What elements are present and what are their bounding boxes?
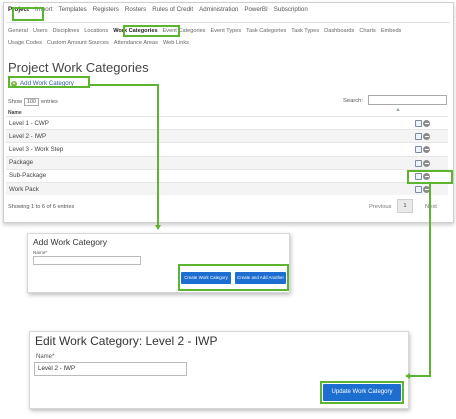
nav-powerbi[interactable]: PowerBI (244, 6, 267, 13)
search-label: Search: (343, 98, 363, 104)
table-row: Sub-Package (6, 168, 448, 182)
sort-icon[interactable]: ▲ (395, 107, 401, 113)
table-row: Level 1 - CWP (6, 116, 448, 129)
row-name: Work Pack (9, 185, 39, 193)
nav-rules-of-credit[interactable]: Rules of Credit (152, 6, 193, 13)
entries-select[interactable]: 100 (24, 98, 39, 106)
subnav-users[interactable]: Users (33, 28, 48, 34)
subnav-dashboards[interactable]: Dashboards (324, 28, 354, 34)
table-info: Showing 1 to 6 of 6 entries (8, 204, 75, 210)
nav-administration[interactable]: Administration (199, 6, 238, 13)
nav-subscription[interactable]: Subscription (274, 6, 308, 13)
connector-line (409, 375, 431, 377)
edit-dialog-title: Edit Work Category: Level 2 - IWP (35, 334, 218, 348)
edit-name-label: Name* (36, 354, 55, 360)
highlight-create-buttons (178, 264, 289, 291)
table-row: Level 2 - IWP (6, 129, 448, 143)
row-name: Sub-Package (9, 172, 47, 180)
main-nav: Project Import Templates Registers Roste… (8, 6, 308, 13)
subnav-general[interactable]: General (8, 28, 28, 34)
row-name: Level 2 - IWP (9, 132, 47, 140)
edit-icon[interactable] (415, 120, 422, 127)
nav-registers[interactable]: Registers (93, 6, 119, 13)
row-name: Level 3 - Work Step (9, 145, 64, 153)
delete-icon[interactable] (423, 159, 430, 167)
nav-templates[interactable]: Templates (59, 6, 87, 13)
edit-icon[interactable] (415, 133, 422, 141)
sub-nav-row-1: General Users Disciplines Locations Work… (8, 28, 401, 34)
search-input[interactable] (368, 95, 447, 105)
row-name: Package (9, 159, 34, 167)
nav-rosters[interactable]: Rosters (125, 6, 146, 13)
sub-nav-row-2: Usage Codes Custom Amount Sources Attend… (8, 40, 189, 46)
subnav-custom-amount-sources[interactable]: Custom Amount Sources (47, 40, 109, 46)
work-categories-table: Level 1 - CWP Level 2 - IWP Level 3 - Wo… (6, 116, 448, 196)
add-name-label: Name* (33, 250, 48, 255)
delete-icon[interactable] (423, 146, 430, 154)
subnav-usage-codes[interactable]: Usage Codes (8, 40, 42, 46)
connector-line (90, 84, 159, 86)
show-suffix: entries (41, 99, 58, 105)
subnav-task-types[interactable]: Task Types (291, 28, 319, 34)
page-title: Project Work Categories (8, 60, 149, 75)
edit-icon[interactable] (415, 146, 422, 154)
highlight-edit-action (407, 170, 453, 184)
table-row: Level 3 - Work Step (6, 142, 448, 155)
add-dialog-title: Add Work Category (33, 237, 108, 247)
pagination-previous[interactable]: Previous (369, 204, 392, 210)
subnav-disciplines[interactable]: Disciplines (53, 28, 80, 34)
connector-arrow (405, 373, 410, 379)
subnav-embeds[interactable]: Embeds (381, 28, 402, 34)
connector-line (157, 84, 159, 225)
delete-icon[interactable] (423, 133, 430, 141)
subnav-attendance-areas[interactable]: Attendance Areas (114, 40, 158, 46)
connector-arrow (155, 225, 161, 230)
subnav-charts[interactable]: Charts (359, 28, 375, 34)
table-row: Package (6, 155, 448, 169)
entries-length-control: Show 100 entries (8, 98, 58, 106)
add-name-field[interactable] (33, 256, 141, 265)
edit-icon[interactable] (415, 159, 422, 167)
highlight-add-link (8, 76, 90, 88)
edit-name-field[interactable]: Level 2 - IWP (34, 362, 187, 376)
connector-line (429, 184, 431, 376)
highlight-project (12, 7, 44, 21)
highlight-update-button (320, 381, 404, 404)
delete-icon[interactable] (423, 120, 430, 127)
pagination-page[interactable]: 1 (397, 199, 413, 213)
table-row: Work Pack (6, 181, 448, 196)
edit-icon[interactable] (415, 185, 422, 193)
highlight-work-categories (123, 25, 180, 37)
subnav-locations[interactable]: Locations (84, 28, 108, 34)
subnav-web-links[interactable]: Web Links (163, 40, 189, 46)
nav-divider (6, 22, 450, 23)
subnav-task-categories[interactable]: Task Categories (246, 28, 286, 34)
subnav-event-types[interactable]: Event Types (210, 28, 241, 34)
show-prefix: Show (8, 99, 22, 105)
row-name: Level 1 - CWP (9, 119, 49, 127)
